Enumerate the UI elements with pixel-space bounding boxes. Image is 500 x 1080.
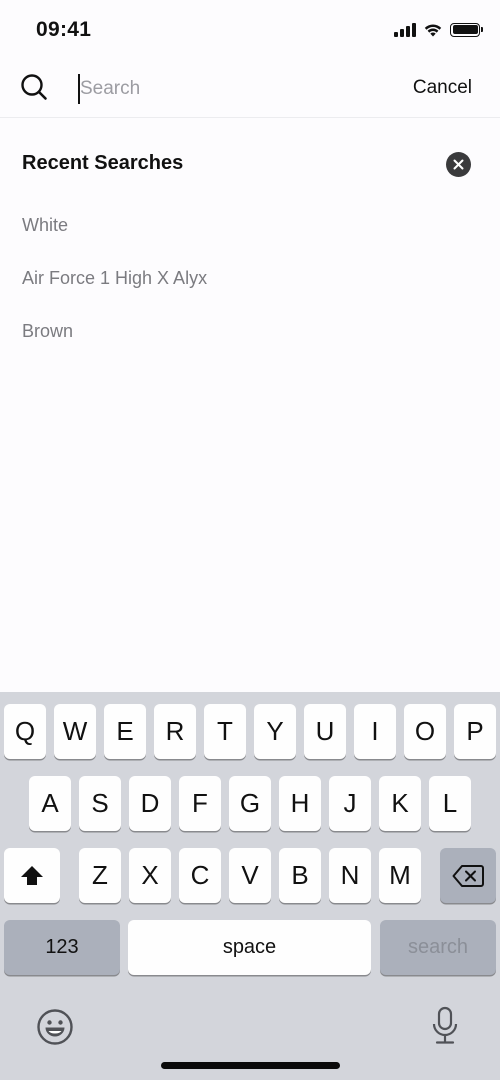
status-bar: 09:41 (0, 0, 500, 60)
key-r[interactable]: R (154, 704, 196, 759)
battery-icon (450, 22, 483, 37)
microphone-icon[interactable] (430, 1006, 460, 1046)
key-label: V (241, 860, 259, 890)
numbers-key[interactable]: 123 (4, 920, 120, 975)
key-t[interactable]: T (204, 704, 246, 759)
key-h[interactable]: H (279, 776, 321, 831)
search-input[interactable] (78, 74, 378, 104)
key-label: E (116, 716, 134, 746)
key-label: R (165, 716, 185, 746)
space-key-label: space (222, 936, 277, 958)
search-icon (21, 74, 47, 100)
key-u[interactable]: U (304, 704, 346, 759)
text-caret (78, 74, 80, 104)
key-j[interactable]: J (329, 776, 371, 831)
key-p[interactable]: P (454, 704, 496, 759)
key-x[interactable]: X (129, 848, 171, 903)
clear-circle-icon (453, 159, 464, 170)
search-return-key[interactable]: search (380, 920, 496, 975)
key-label: H (290, 788, 310, 818)
key-d[interactable]: D (129, 776, 171, 831)
key-label: P (466, 716, 484, 746)
key-e[interactable]: E (104, 704, 146, 759)
key-q[interactable]: Q (4, 704, 46, 759)
delete-key[interactable] (440, 848, 496, 903)
shift-key[interactable] (4, 848, 60, 903)
key-label: U (315, 716, 335, 746)
key-label: Z (92, 860, 108, 890)
space-key[interactable]: space (128, 920, 371, 975)
key-z[interactable]: Z (79, 848, 121, 903)
cancel-button[interactable]: Cancel (413, 77, 472, 99)
key-label: T (217, 716, 233, 746)
cellular-signal-icon (394, 22, 416, 37)
key-i[interactable]: I (354, 704, 396, 759)
key-l[interactable]: L (429, 776, 471, 831)
key-b[interactable]: B (279, 848, 321, 903)
search-key-label: search (407, 936, 469, 958)
recent-search-item[interactable]: Brown (22, 318, 207, 371)
key-label: Q (14, 716, 36, 746)
key-g[interactable]: G (229, 776, 271, 831)
key-c[interactable]: C (179, 848, 221, 903)
recent-searches-list: White Air Force 1 High X Alyx Brown (22, 212, 207, 371)
key-m[interactable]: M (379, 848, 421, 903)
search-bar: Cancel (0, 60, 500, 118)
key-label: B (291, 860, 309, 890)
key-label: Y (266, 716, 284, 746)
key-label: L (442, 788, 458, 818)
clear-recent-button[interactable] (446, 152, 471, 177)
key-label: K (391, 788, 409, 818)
key-label: N (340, 860, 360, 890)
recent-searches-title: Recent Searches (22, 152, 184, 174)
key-label: D (140, 788, 160, 818)
key-f[interactable]: F (179, 776, 221, 831)
backspace-icon (452, 864, 484, 887)
key-label: W (62, 716, 88, 746)
key-label: G (239, 788, 261, 818)
key-o[interactable]: O (404, 704, 446, 759)
status-time: 09:41 (36, 18, 92, 41)
emoji-icon[interactable] (36, 1008, 74, 1046)
status-icons (394, 22, 483, 37)
wifi-icon (424, 24, 442, 37)
shift-icon (21, 865, 43, 885)
key-w[interactable]: W (54, 704, 96, 759)
key-label: I (371, 716, 379, 746)
key-label: M (389, 860, 411, 890)
key-v[interactable]: V (229, 848, 271, 903)
key-y[interactable]: Y (254, 704, 296, 759)
key-label: C (190, 860, 210, 890)
key-a[interactable]: A (29, 776, 71, 831)
key-label: S (91, 788, 109, 818)
key-k[interactable]: K (379, 776, 421, 831)
key-label: X (141, 860, 159, 890)
recent-search-item[interactable]: White (22, 212, 207, 265)
key-label: O (414, 716, 436, 746)
key-label: J (343, 788, 357, 818)
numbers-key-label: 123 (45, 936, 79, 958)
home-indicator[interactable] (161, 1062, 340, 1069)
key-s[interactable]: S (79, 776, 121, 831)
key-n[interactable]: N (329, 848, 371, 903)
key-label: F (192, 788, 208, 818)
recent-search-item[interactable]: Air Force 1 High X Alyx (22, 265, 207, 318)
key-label: A (41, 788, 59, 818)
